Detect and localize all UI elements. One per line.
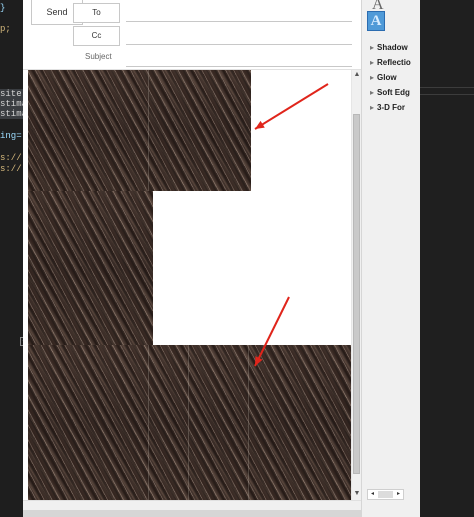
effect-shadow[interactable]: ▸ Shadow <box>370 43 408 55</box>
message-body[interactable] <box>23 70 351 500</box>
pane-scrollbar-thumb[interactable] <box>378 491 393 498</box>
chevron-right-icon: ▸ <box>370 58 375 67</box>
divider <box>420 87 474 88</box>
effect-label: Glow <box>377 73 397 82</box>
code-line: s:// <box>0 153 22 163</box>
effect-label: 3-D For <box>377 103 406 112</box>
text-effects-a-icon[interactable]: A <box>367 11 385 31</box>
pane-horizontal-scrollbar[interactable]: ◂ ▸ <box>367 489 404 500</box>
effect-soft-edges[interactable]: ▸ Soft Edg <box>370 88 410 100</box>
tile-seam <box>148 345 149 500</box>
email-compose-window: Send To Cc Subject ▲ ▼ <box>23 0 362 517</box>
chevron-right-icon: ▸ <box>370 103 375 112</box>
effect-label: Reflectio <box>377 58 411 67</box>
status-strip <box>23 510 361 517</box>
effect-label: Soft Edg <box>377 88 410 97</box>
code-line: site- <box>0 89 23 99</box>
cc-field[interactable] <box>126 26 352 45</box>
hair-image-tile-top[interactable] <box>28 70 251 191</box>
tile-seam <box>148 70 149 191</box>
scroll-right-arrow-icon[interactable]: ▸ <box>394 490 403 499</box>
chevron-right-icon: ▸ <box>370 43 375 52</box>
code-line: stima <box>0 99 23 109</box>
divider <box>420 94 474 95</box>
subject-field[interactable] <box>126 50 352 67</box>
code-line: s:// <box>0 164 22 174</box>
tile-seam <box>248 345 249 500</box>
code-editor-background: } p; site-stimastima ing= s://s:// <box>0 0 23 517</box>
effect-label: Shadow <box>377 43 408 52</box>
chevron-right-icon: ▸ <box>370 88 375 97</box>
hair-image-tile-bottom[interactable] <box>28 345 351 500</box>
code-line: stima <box>0 109 23 119</box>
code-line: } <box>0 3 6 13</box>
effect-3d-format[interactable]: ▸ 3-D For <box>370 103 405 115</box>
format-effects-pane: A A ▸ Shadow ▸ Reflectio ▸ Glow ▸ Soft Edg ▸… <box>361 0 421 517</box>
effect-glow[interactable]: ▸ Glow <box>370 73 397 85</box>
scroll-up-arrow-icon[interactable]: ▲ <box>353 70 361 80</box>
scroll-down-arrow-icon[interactable]: ▼ <box>353 489 361 499</box>
scroll-left-arrow-icon[interactable]: ◂ <box>368 490 377 499</box>
scrollbar-thumb[interactable] <box>353 114 360 474</box>
background-editor-edge <box>420 0 474 517</box>
cc-button[interactable]: Cc <box>73 26 120 46</box>
tile-seam <box>188 345 189 500</box>
subject-label: Subject <box>85 52 112 61</box>
code-line: p; <box>0 24 11 34</box>
chevron-right-icon: ▸ <box>370 73 375 82</box>
to-button[interactable]: To <box>73 3 120 23</box>
hair-image-tile-middle[interactable] <box>28 191 153 345</box>
effect-reflection[interactable]: ▸ Reflectio <box>370 58 411 70</box>
code-line: ing= <box>0 131 22 141</box>
to-field[interactable] <box>126 3 352 22</box>
compose-header: Send To Cc Subject <box>23 0 361 70</box>
